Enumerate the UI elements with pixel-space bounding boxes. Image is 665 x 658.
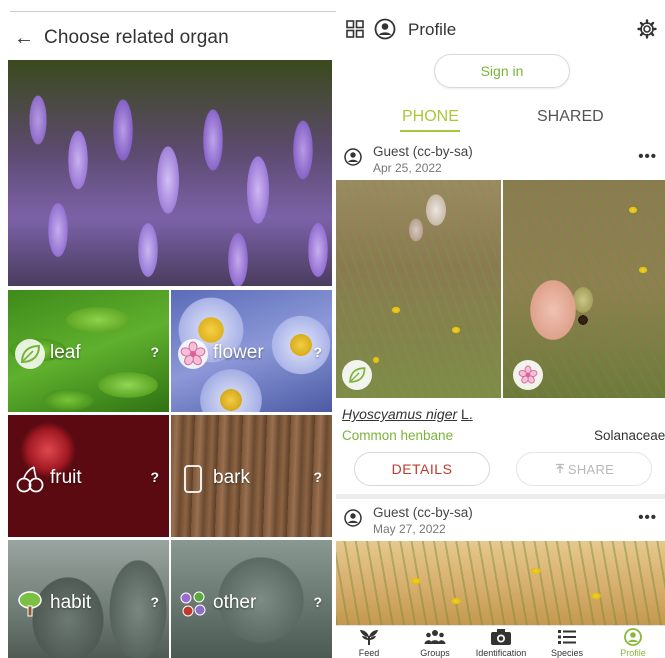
help-icon[interactable]: ? bbox=[150, 594, 159, 610]
gear-icon[interactable] bbox=[637, 19, 657, 39]
species-name[interactable]: Hyoscyamus niger L. bbox=[342, 406, 473, 422]
photo-organ-badge bbox=[342, 360, 372, 390]
user-avatar-icon bbox=[344, 509, 362, 527]
tree-icon bbox=[18, 591, 42, 617]
share-upload-icon bbox=[555, 463, 564, 473]
help-icon[interactable]: ? bbox=[313, 594, 322, 610]
family-name: Solanaceae bbox=[594, 428, 665, 443]
organ-tile-habit[interactable]: habit ? bbox=[8, 540, 169, 658]
photo-organ-badge bbox=[513, 360, 543, 390]
observation-user: Guest (cc-by-sa) bbox=[373, 505, 473, 520]
nav-feed[interactable]: Feed bbox=[336, 626, 402, 658]
back-arrow-icon[interactable]: ← bbox=[14, 27, 40, 50]
screenshot-root: ← Choose related organ leaf ? flower ? f… bbox=[0, 0, 665, 658]
sign-in-button[interactable]: Sign in bbox=[434, 54, 570, 88]
details-button[interactable]: DETAILS bbox=[354, 452, 490, 486]
organ-label: flower bbox=[213, 342, 264, 363]
share-label: SHARE bbox=[567, 461, 615, 477]
common-name[interactable]: Common henbane bbox=[342, 428, 453, 443]
nav-profile[interactable]: Profile bbox=[600, 626, 665, 658]
nav-identification[interactable]: Identification bbox=[468, 626, 534, 658]
observation-divider bbox=[336, 494, 665, 499]
observation-photo-flower[interactable] bbox=[503, 180, 665, 398]
more-options-icon[interactable]: ••• bbox=[638, 509, 657, 526]
list-icon bbox=[558, 630, 576, 644]
flower-icon bbox=[178, 339, 208, 369]
help-icon[interactable]: ? bbox=[313, 344, 322, 360]
page-title: Choose related organ bbox=[44, 27, 229, 48]
profile-icon bbox=[374, 18, 396, 40]
bottom-navigation: Feed Groups Identification Species Profi… bbox=[336, 625, 665, 658]
nav-label: Species bbox=[550, 648, 584, 658]
plant-photo bbox=[8, 60, 332, 286]
nav-groups[interactable]: Groups bbox=[402, 626, 468, 658]
leaf-icon bbox=[15, 339, 45, 369]
nav-species[interactable]: Species bbox=[534, 626, 600, 658]
observation-date: May 27, 2022 bbox=[373, 522, 446, 536]
active-tab-indicator bbox=[400, 130, 460, 132]
nav-label: Profile bbox=[620, 648, 646, 658]
organ-tile-other[interactable]: other ? bbox=[171, 540, 332, 658]
groups-icon bbox=[424, 630, 446, 644]
profile-header: Profile bbox=[336, 12, 665, 48]
organ-tile-bark[interactable]: bark ? bbox=[171, 415, 332, 537]
observation-user: Guest (cc-by-sa) bbox=[373, 144, 473, 159]
observation-header: Guest (cc-by-sa) Apr 25, 2022 ••• bbox=[336, 142, 665, 182]
organ-header: ← Choose related organ bbox=[0, 18, 336, 58]
camera-icon bbox=[491, 629, 511, 645]
page-title: Profile bbox=[408, 20, 457, 39]
nav-label: Feed bbox=[358, 648, 380, 658]
top-divider bbox=[10, 11, 336, 12]
scientific-name: Hyoscyamus niger bbox=[342, 406, 458, 422]
species-author: L. bbox=[461, 406, 473, 422]
more-options-icon[interactable]: ••• bbox=[638, 148, 657, 165]
user-avatar-icon bbox=[344, 148, 362, 166]
share-button[interactable]: SHARE bbox=[516, 452, 652, 486]
nav-label: Identification bbox=[475, 648, 527, 658]
nav-label: Groups bbox=[420, 648, 450, 658]
bark-icon bbox=[184, 465, 202, 493]
organ-label: bark bbox=[213, 467, 250, 488]
organ-label: other bbox=[213, 592, 257, 613]
organ-label: habit bbox=[50, 592, 92, 613]
organ-tile-fruit[interactable]: fruit ? bbox=[8, 415, 169, 537]
tab-shared[interactable]: SHARED bbox=[537, 108, 604, 126]
grid-icon[interactable] bbox=[346, 20, 364, 38]
choose-organ-screen: ← Choose related organ leaf ? flower ? f… bbox=[0, 0, 336, 658]
flower-icon bbox=[518, 365, 538, 384]
organ-label: fruit bbox=[50, 467, 82, 488]
help-icon[interactable]: ? bbox=[150, 469, 159, 485]
observation-date: Apr 25, 2022 bbox=[373, 161, 442, 175]
cherry-icon bbox=[16, 466, 44, 493]
profile-tabs: PHONE SHARED bbox=[336, 108, 665, 134]
leaf-icon bbox=[349, 367, 366, 383]
organ-tile-flower[interactable]: flower ? bbox=[171, 290, 332, 412]
help-icon[interactable]: ? bbox=[313, 469, 322, 485]
organ-label: leaf bbox=[50, 342, 81, 363]
observation-photo-leaf[interactable] bbox=[336, 180, 501, 398]
profile-screen: Profile Sign in PHONE SHARED Guest (cc-b… bbox=[336, 0, 665, 658]
help-icon[interactable]: ? bbox=[150, 344, 159, 360]
observation-photo[interactable] bbox=[336, 541, 665, 625]
tab-phone[interactable]: PHONE bbox=[402, 108, 459, 126]
observation-header: Guest (cc-by-sa) May 27, 2022 ••• bbox=[336, 503, 665, 543]
other-organs-icon bbox=[180, 591, 206, 617]
sprout-icon bbox=[360, 630, 378, 645]
organ-tile-leaf[interactable]: leaf ? bbox=[8, 290, 169, 412]
profile-icon bbox=[624, 628, 642, 646]
